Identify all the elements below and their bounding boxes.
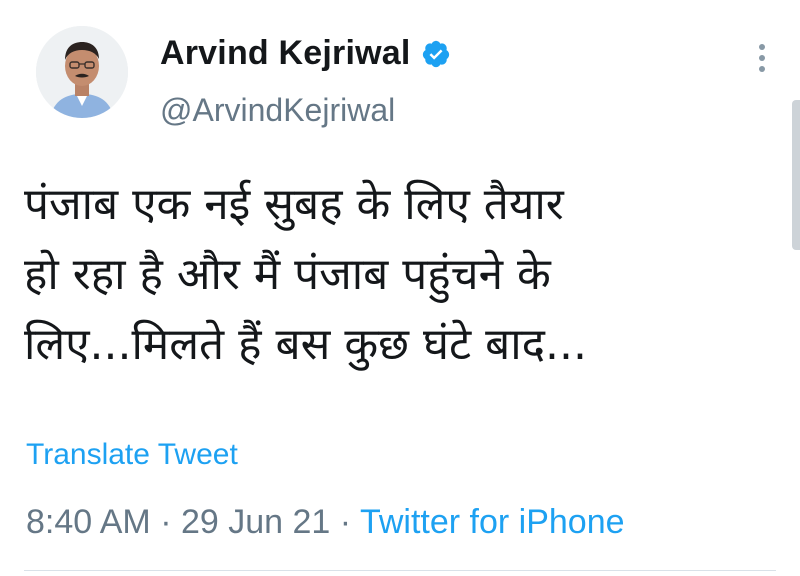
more-options-icon[interactable] bbox=[752, 44, 772, 78]
author-name-row: Arvind Kejriwal bbox=[160, 34, 451, 73]
verified-badge-icon bbox=[421, 39, 451, 69]
tweet-card: Arvind Kejriwal @ArvindKejriwal पंजाब एक… bbox=[0, 0, 800, 576]
scrollbar[interactable] bbox=[792, 100, 800, 250]
meta-separator: · bbox=[160, 503, 172, 541]
divider bbox=[24, 570, 776, 571]
author-display-name[interactable]: Arvind Kejriwal bbox=[160, 34, 411, 73]
author-handle[interactable]: @ArvindKejriwal bbox=[160, 92, 395, 129]
avatar[interactable] bbox=[36, 26, 128, 118]
meta-separator: · bbox=[339, 503, 352, 541]
tweet-text: पंजाब एक नई सुबह के लिए तैयार हो रहा है … bbox=[24, 179, 587, 370]
tweet-source-link[interactable]: Twitter for iPhone bbox=[360, 503, 625, 541]
tweet-meta: 8:40 AM · 29 Jun 21 · Twitter for iPhone bbox=[26, 503, 625, 542]
tweet-time: 8:40 AM bbox=[26, 503, 151, 541]
avatar-image bbox=[36, 26, 128, 118]
translate-tweet-link[interactable]: Translate Tweet bbox=[26, 438, 238, 472]
tweet-date: 29 Jun 21 bbox=[180, 503, 331, 541]
